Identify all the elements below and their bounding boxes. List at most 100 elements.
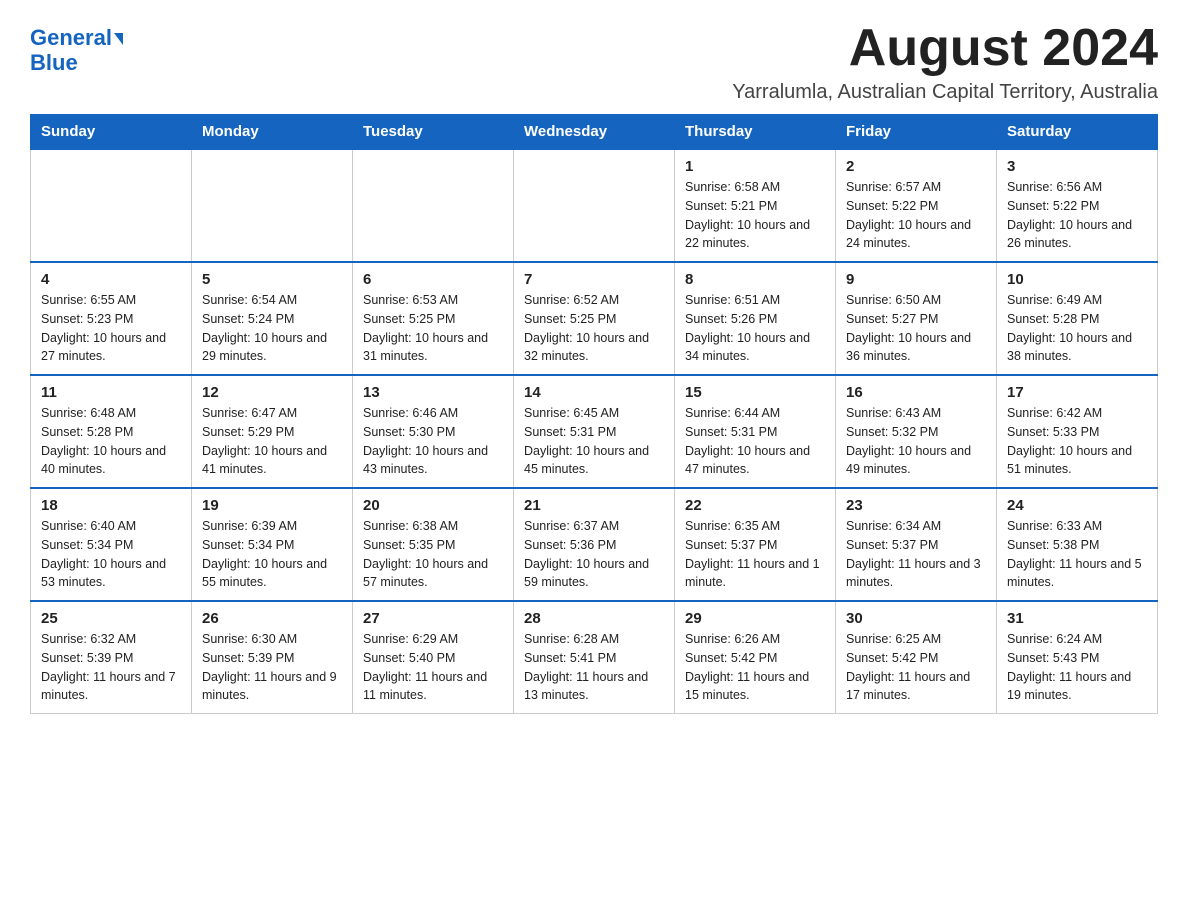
calendar-cell: 2 Sunrise: 6:57 AMSunset: 5:22 PMDaylight… (836, 149, 997, 262)
day-info: Sunrise: 6:26 AMSunset: 5:42 PMDaylight:… (685, 630, 825, 705)
calendar-cell: 13Sunrise: 6:46 AMSunset: 5:30 PMDayligh… (353, 375, 514, 488)
calendar-cell: 29Sunrise: 6:26 AMSunset: 5:42 PMDayligh… (675, 601, 836, 714)
day-info: Sunrise: 6:47 AMSunset: 5:29 PMDaylight:… (202, 404, 342, 479)
day-info: Sunrise: 6:42 AMSunset: 5:33 PMDaylight:… (1007, 404, 1147, 479)
calendar-cell (31, 149, 192, 262)
day-number: 14 (524, 384, 664, 401)
calendar-cell: 26Sunrise: 6:30 AMSunset: 5:39 PMDayligh… (192, 601, 353, 714)
day-number: 28 (524, 610, 664, 627)
day-number: 9 (846, 271, 986, 288)
day-number: 11 (41, 384, 181, 401)
week-row-1: 1 Sunrise: 6:58 AMSunset: 5:21 PMDaylight… (31, 149, 1158, 262)
day-info: Sunrise: 6:50 AMSunset: 5:27 PMDaylight:… (846, 291, 986, 366)
day-number: 2 (846, 158, 986, 175)
day-info: Sunrise: 6:57 AMSunset: 5:22 PMDaylight:… (846, 178, 986, 253)
day-number: 20 (363, 497, 503, 514)
day-number: 25 (41, 610, 181, 627)
calendar-cell: 22 Sunrise: 6:35 AMSunset: 5:37 PMDayligh… (675, 488, 836, 601)
calendar-cell: 9 Sunrise: 6:50 AMSunset: 5:27 PMDaylight… (836, 262, 997, 375)
day-info: Sunrise: 6:56 AMSunset: 5:22 PMDaylight:… (1007, 178, 1147, 253)
day-info: Sunrise: 6:53 AMSunset: 5:25 PMDaylight:… (363, 291, 503, 366)
day-number: 16 (846, 384, 986, 401)
logo-triangle-icon (114, 33, 123, 45)
calendar-cell: 10 Sunrise: 6:49 AMSunset: 5:28 PMDayligh… (997, 262, 1158, 375)
calendar-cell: 20 Sunrise: 6:38 AMSunset: 5:35 PMDayligh… (353, 488, 514, 601)
day-info: Sunrise: 6:55 AMSunset: 5:23 PMDaylight:… (41, 291, 181, 366)
col-wednesday: Wednesday (514, 115, 675, 150)
day-info: Sunrise: 6:32 AMSunset: 5:39 PMDaylight:… (41, 630, 181, 705)
week-row-5: 25 Sunrise: 6:32 AMSunset: 5:39 PMDayligh… (31, 601, 1158, 714)
calendar-cell (192, 149, 353, 262)
location-title: Yarralumla, Australian Capital Territory… (732, 81, 1158, 104)
calendar-cell: 28 Sunrise: 6:28 AMSunset: 5:41 PMDayligh… (514, 601, 675, 714)
calendar-cell: 4 Sunrise: 6:55 AMSunset: 5:23 PMDaylight… (31, 262, 192, 375)
day-info: Sunrise: 6:45 AMSunset: 5:31 PMDaylight:… (524, 404, 664, 479)
calendar-cell: 23 Sunrise: 6:34 AMSunset: 5:37 PMDayligh… (836, 488, 997, 601)
day-number: 8 (685, 271, 825, 288)
col-saturday: Saturday (997, 115, 1158, 150)
day-info: Sunrise: 6:52 AMSunset: 5:25 PMDaylight:… (524, 291, 664, 366)
logo: General Blue (30, 26, 123, 76)
calendar-cell: 24 Sunrise: 6:33 AMSunset: 5:38 PMDayligh… (997, 488, 1158, 601)
day-number: 3 (1007, 158, 1147, 175)
calendar-cell: 11 Sunrise: 6:48 AMSunset: 5:28 PMDayligh… (31, 375, 192, 488)
calendar-cell: 1 Sunrise: 6:58 AMSunset: 5:21 PMDaylight… (675, 149, 836, 262)
day-number: 12 (202, 384, 342, 401)
month-title: August 2024 (732, 20, 1158, 77)
calendar-header-row: Sunday Monday Tuesday Wednesday Thursday… (31, 115, 1158, 150)
day-info: Sunrise: 6:43 AMSunset: 5:32 PMDaylight:… (846, 404, 986, 479)
day-info: Sunrise: 6:38 AMSunset: 5:35 PMDaylight:… (363, 517, 503, 592)
calendar-cell: 16 Sunrise: 6:43 AMSunset: 5:32 PMDayligh… (836, 375, 997, 488)
day-number: 4 (41, 271, 181, 288)
calendar-cell: 31Sunrise: 6:24 AMSunset: 5:43 PMDayligh… (997, 601, 1158, 714)
day-number: 18 (41, 497, 181, 514)
day-info: Sunrise: 6:25 AMSunset: 5:42 PMDaylight:… (846, 630, 986, 705)
day-number: 15 (685, 384, 825, 401)
calendar-cell: 18 Sunrise: 6:40 AMSunset: 5:34 PMDayligh… (31, 488, 192, 601)
day-info: Sunrise: 6:33 AMSunset: 5:38 PMDaylight:… (1007, 517, 1147, 592)
day-number: 10 (1007, 271, 1147, 288)
day-info: Sunrise: 6:29 AMSunset: 5:40 PMDaylight:… (363, 630, 503, 705)
day-number: 24 (1007, 497, 1147, 514)
calendar-cell (353, 149, 514, 262)
day-number: 23 (846, 497, 986, 514)
col-sunday: Sunday (31, 115, 192, 150)
calendar-cell: 6 Sunrise: 6:53 AMSunset: 5:25 PMDaylight… (353, 262, 514, 375)
day-info: Sunrise: 6:51 AMSunset: 5:26 PMDaylight:… (685, 291, 825, 366)
day-info: Sunrise: 6:44 AMSunset: 5:31 PMDaylight:… (685, 404, 825, 479)
day-info: Sunrise: 6:24 AMSunset: 5:43 PMDaylight:… (1007, 630, 1147, 705)
day-number: 27 (363, 610, 503, 627)
day-number: 17 (1007, 384, 1147, 401)
day-info: Sunrise: 6:39 AMSunset: 5:34 PMDaylight:… (202, 517, 342, 592)
day-number: 7 (524, 271, 664, 288)
week-row-2: 4 Sunrise: 6:55 AMSunset: 5:23 PMDaylight… (31, 262, 1158, 375)
title-block: August 2024 Yarralumla, Australian Capit… (732, 20, 1158, 104)
calendar-cell: 7 Sunrise: 6:52 AMSunset: 5:25 PMDaylight… (514, 262, 675, 375)
day-number: 6 (363, 271, 503, 288)
day-info: Sunrise: 6:54 AMSunset: 5:24 PMDaylight:… (202, 291, 342, 366)
logo-general: General (30, 25, 112, 50)
day-info: Sunrise: 6:34 AMSunset: 5:37 PMDaylight:… (846, 517, 986, 592)
week-row-4: 18 Sunrise: 6:40 AMSunset: 5:34 PMDayligh… (31, 488, 1158, 601)
calendar-cell: 8 Sunrise: 6:51 AMSunset: 5:26 PMDaylight… (675, 262, 836, 375)
col-friday: Friday (836, 115, 997, 150)
day-number: 19 (202, 497, 342, 514)
logo-blue: Blue (30, 50, 78, 76)
calendar-cell: 5Sunrise: 6:54 AMSunset: 5:24 PMDaylight… (192, 262, 353, 375)
calendar-cell: 19 Sunrise: 6:39 AMSunset: 5:34 PMDayligh… (192, 488, 353, 601)
calendar-cell: 25 Sunrise: 6:32 AMSunset: 5:39 PMDayligh… (31, 601, 192, 714)
calendar-cell: 27 Sunrise: 6:29 AMSunset: 5:40 PMDayligh… (353, 601, 514, 714)
day-number: 1 (685, 158, 825, 175)
calendar-cell: 12 Sunrise: 6:47 AMSunset: 5:29 PMDayligh… (192, 375, 353, 488)
day-number: 22 (685, 497, 825, 514)
day-info: Sunrise: 6:35 AMSunset: 5:37 PMDaylight:… (685, 517, 825, 592)
calendar-cell: 17 Sunrise: 6:42 AMSunset: 5:33 PMDayligh… (997, 375, 1158, 488)
day-info: Sunrise: 6:46 AMSunset: 5:30 PMDaylight:… (363, 404, 503, 479)
day-info: Sunrise: 6:58 AMSunset: 5:21 PMDaylight:… (685, 178, 825, 253)
calendar-cell: 15 Sunrise: 6:44 AMSunset: 5:31 PMDayligh… (675, 375, 836, 488)
day-info: Sunrise: 6:48 AMSunset: 5:28 PMDaylight:… (41, 404, 181, 479)
day-number: 26 (202, 610, 342, 627)
day-info: Sunrise: 6:28 AMSunset: 5:41 PMDaylight:… (524, 630, 664, 705)
day-info: Sunrise: 6:49 AMSunset: 5:28 PMDaylight:… (1007, 291, 1147, 366)
day-info: Sunrise: 6:40 AMSunset: 5:34 PMDaylight:… (41, 517, 181, 592)
